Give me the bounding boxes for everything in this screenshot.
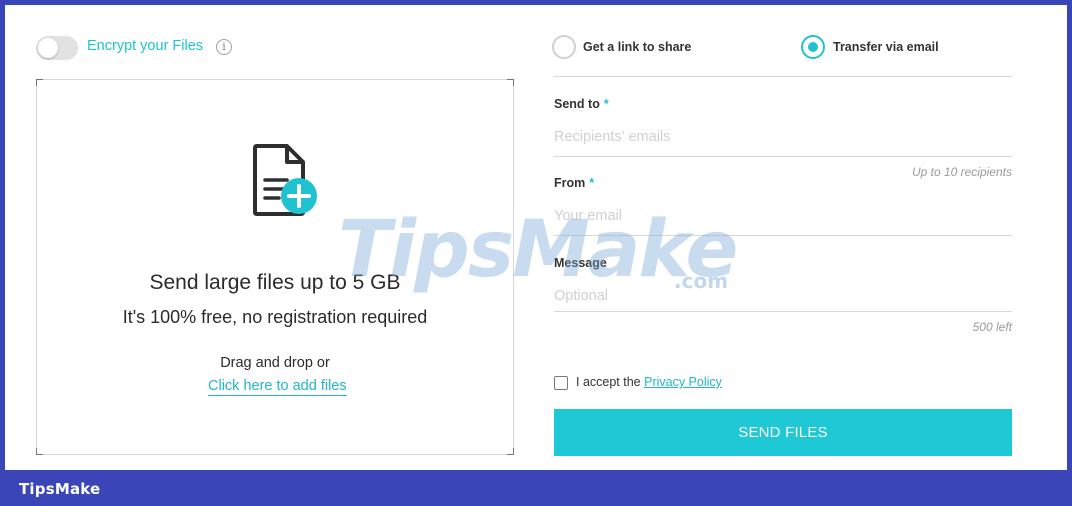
add-files-link[interactable]: Click here to add files bbox=[208, 378, 347, 396]
privacy-policy-link[interactable]: Privacy Policy bbox=[644, 375, 722, 389]
privacy-checkbox[interactable] bbox=[554, 376, 568, 390]
file-add-icon[interactable] bbox=[243, 140, 323, 220]
encrypt-label: Encrypt your Files bbox=[87, 38, 204, 54]
accept-text: I accept the Privacy Policy bbox=[576, 375, 722, 389]
drop-zone-corner bbox=[36, 448, 43, 455]
footer-brand-label: TipsMake bbox=[19, 480, 101, 498]
radio-get-link[interactable] bbox=[552, 35, 576, 59]
message-label: Message bbox=[554, 256, 607, 270]
transfer-panel: Encrypt your Files i Send large files up… bbox=[5, 5, 1067, 470]
drop-zone-title: Send large files up to 5 GB bbox=[149, 271, 401, 294]
radio-label-transfer-email[interactable]: Transfer via email bbox=[833, 40, 939, 54]
send-to-input[interactable] bbox=[554, 125, 1012, 149]
send-files-button[interactable]: SEND FILES bbox=[554, 409, 1012, 456]
drag-drop-text: Drag and drop or bbox=[220, 355, 330, 371]
from-label: From * bbox=[554, 176, 595, 190]
from-email-input[interactable] bbox=[554, 204, 1012, 228]
from-underline bbox=[554, 235, 1012, 236]
send-to-underline bbox=[554, 156, 1012, 157]
toggle-knob bbox=[38, 38, 58, 58]
divider bbox=[554, 76, 1012, 77]
message-underline bbox=[554, 311, 1012, 312]
encrypt-toggle[interactable] bbox=[36, 36, 78, 60]
radio-label-get-link[interactable]: Get a link to share bbox=[583, 40, 691, 54]
drop-zone-corner bbox=[36, 79, 43, 86]
message-input[interactable] bbox=[554, 284, 1012, 308]
drop-zone-subtitle: It's 100% free, no registration required bbox=[122, 307, 428, 327]
file-drop-zone[interactable]: Send large files up to 5 GB It's 100% fr… bbox=[36, 79, 514, 455]
radio-transfer-email[interactable] bbox=[801, 35, 825, 59]
drop-zone-corner bbox=[507, 448, 514, 455]
info-icon[interactable]: i bbox=[216, 39, 232, 55]
drop-zone-corner bbox=[507, 79, 514, 86]
message-char-count: 500 left bbox=[972, 320, 1012, 334]
recipients-hint: Up to 10 recipients bbox=[911, 165, 1012, 179]
send-to-label: Send to * bbox=[554, 97, 609, 111]
